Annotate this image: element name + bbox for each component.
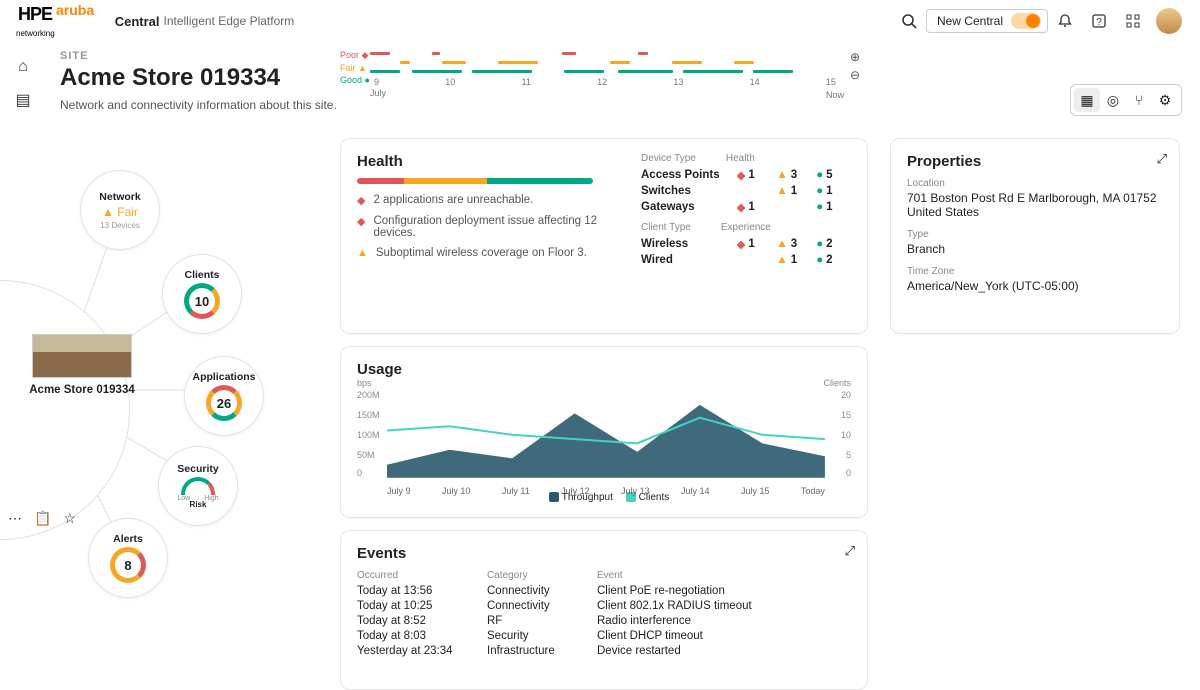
star-icon[interactable]: ☆ — [63, 510, 76, 527]
page-title: Acme Store 019334 — [60, 64, 337, 92]
view-switch: ▦ ◎ ⑂ ⚙ — [1070, 84, 1182, 116]
node-security[interactable]: Security LowHigh Risk — [158, 446, 238, 526]
type-value: Branch — [907, 242, 1163, 256]
timeline-axis: 9101112131415 — [370, 77, 840, 87]
expand-icon[interactable]: ⤢ — [1157, 151, 1167, 167]
help-icon[interactable]: ? — [1088, 10, 1110, 32]
left-nav-rail: ⌂ ▤ — [0, 42, 46, 110]
search-icon[interactable] — [898, 10, 920, 32]
event-row[interactable]: Today at 10:25ConnectivityClient 802.1x … — [357, 600, 851, 612]
breadcrumb: SITE — [60, 50, 337, 62]
health-card: Health ◆2 applications are unreachable.◆… — [340, 138, 868, 334]
clipboard-icon[interactable]: 📋 — [34, 510, 51, 527]
logo-aruba: aruba — [56, 2, 94, 18]
health-timeline[interactable]: Poor ◆ Fair ▲ Good ● 9101112131415 July … — [370, 50, 840, 98]
sites-icon[interactable]: ▤ — [15, 90, 30, 110]
health-note: ◆2 applications are unreachable. — [357, 194, 617, 207]
health-row: Gateways ◆ 1 ● 1 — [641, 200, 856, 214]
svg-text:?: ? — [1096, 17, 1102, 28]
view-grid-icon[interactable]: ▦ — [1074, 88, 1100, 112]
topology-ring: Acme Store 019334 Network ▲ Fair 13 Devi… — [0, 150, 320, 570]
site-name: Acme Store 019334 — [12, 384, 152, 396]
bell-icon[interactable] — [1054, 10, 1076, 32]
location-value: 701 Boston Post Rd E Marlborough, MA 017… — [907, 191, 1163, 219]
tz-value: America/New_York (UTC-05:00) — [907, 279, 1163, 293]
timeline-label-poor: Poor ◆ — [340, 50, 370, 61]
product-name: Central — [115, 14, 160, 29]
usage-card: Usage bps 200M 150M 100M 50M 0 Clients 2… — [340, 346, 868, 518]
health-row: Wired ▲ 1 ● 2 — [641, 254, 856, 266]
timeline-label-fair: Fair ▲ — [340, 63, 370, 73]
zoom-out-icon[interactable]: ⊖ — [850, 68, 860, 82]
page-header: SITE Acme Store 019334 Network and conne… — [60, 50, 337, 112]
y-unit: bps — [357, 378, 372, 388]
timeline-label-good: Good ● — [340, 75, 370, 85]
timeline-now: Now — [826, 90, 844, 100]
usage-chart — [387, 392, 825, 478]
location-label: Location — [907, 178, 1163, 189]
tz-label: Time Zone — [907, 266, 1163, 277]
event-row[interactable]: Today at 8:52RFRadio interference — [357, 615, 851, 627]
page-subtitle: Network and connectivity information abo… — [60, 98, 337, 112]
event-row[interactable]: Today at 8:03SecurityClient DHCP timeout — [357, 630, 851, 642]
brand-logo: HPE aruba networking — [18, 4, 95, 38]
properties-title: Properties — [907, 153, 1163, 170]
new-central-toggle[interactable]: New Central — [926, 9, 1048, 33]
event-row[interactable]: Yesterday at 23:34InfrastructureDevice r… — [357, 645, 851, 657]
timeline-start: July — [370, 88, 840, 98]
apps-icon[interactable] — [1122, 10, 1144, 32]
more-icon[interactable]: ⋯ — [8, 510, 22, 527]
y2-label: Clients — [823, 378, 851, 388]
event-row[interactable]: Today at 13:56ConnectivityClient PoE re-… — [357, 585, 851, 597]
view-topology-icon[interactable]: ⑂ — [1126, 88, 1152, 112]
type-label: Type — [907, 229, 1163, 240]
events-card: ⤢ Events OccurredCategoryEvent Today at … — [340, 530, 868, 690]
node-network[interactable]: Network ▲ Fair 13 Devices — [80, 170, 160, 250]
new-central-label: New Central — [937, 14, 1003, 28]
logo-hpe: HPE — [18, 4, 52, 25]
expand-icon[interactable]: ⤢ — [845, 543, 855, 559]
health-note: ▲Suboptimal wireless coverage on Floor 3… — [357, 247, 617, 259]
health-bar — [357, 178, 593, 184]
events-title: Events — [357, 545, 851, 562]
usage-title: Usage — [357, 361, 851, 378]
product-tagline: Intelligent Edge Platform — [164, 14, 295, 28]
view-settings-icon[interactable]: ⚙ — [1152, 88, 1178, 112]
site-node[interactable]: Acme Store 019334 — [12, 334, 152, 396]
node-clients[interactable]: Clients 10 — [162, 254, 242, 334]
node-alerts[interactable]: Alerts 8 — [88, 518, 168, 598]
health-note: ◆Configuration deployment issue affectin… — [357, 215, 617, 239]
health-row: Wireless ◆ 1 ▲ 3 ● 2 — [641, 237, 856, 251]
top-bar: HPE aruba networking Central Intelligent… — [0, 0, 1200, 42]
zoom-in-icon[interactable]: ⊕ — [850, 50, 860, 64]
logo-networking: networking — [16, 29, 55, 38]
user-avatar[interactable] — [1156, 8, 1182, 34]
view-location-icon[interactable]: ◎ — [1100, 88, 1126, 112]
toggle-switch[interactable] — [1011, 13, 1041, 29]
health-row: Switches ▲ 1 ● 1 — [641, 185, 856, 197]
properties-card: ⤢ Properties Location 701 Boston Post Rd… — [890, 138, 1180, 334]
health-row: Access Points ◆ 1 ▲ 3 ● 5 — [641, 168, 856, 182]
home-icon[interactable]: ⌂ — [18, 58, 28, 76]
site-thumbnail — [32, 334, 132, 378]
node-applications[interactable]: Applications 26 — [184, 356, 264, 436]
